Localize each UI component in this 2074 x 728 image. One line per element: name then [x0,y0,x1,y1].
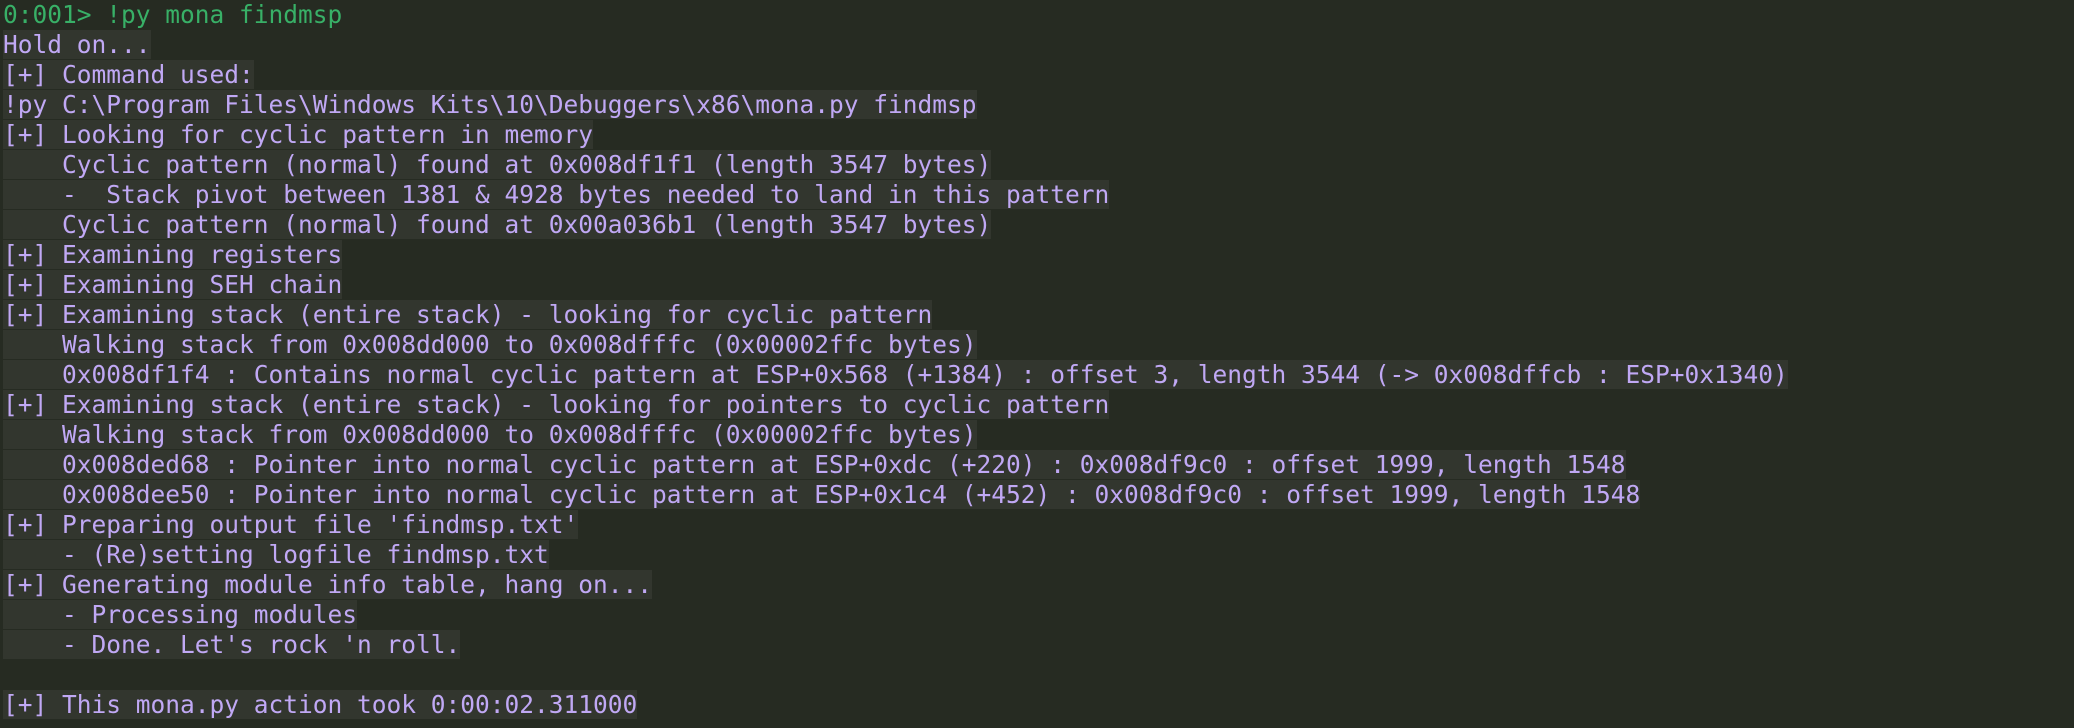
output-line: - Stack pivot between 1381 & 4928 bytes … [3,180,2074,210]
output-line: 0x008df1f4 : Contains normal cyclic patt… [3,360,2074,390]
output-line-text: - Done. Let's rock 'n roll. [3,630,461,659]
output-line: - Done. Let's rock 'n roll. [3,630,2074,660]
output-line: - Processing modules [3,600,2074,630]
output-line-text: - Processing modules [3,600,358,629]
output-line: !py C:\Program Files\Windows Kits\10\Deb… [3,90,2074,120]
output-line: Hold on... [3,30,2074,60]
output-line-text: Hold on... [3,30,151,59]
output-line-text: Walking stack from 0x008dd000 to 0x008df… [3,420,977,449]
output-line: Walking stack from 0x008dd000 to 0x008df… [3,420,2074,450]
output-line: [+] Preparing output file 'findmsp.txt' [3,510,2074,540]
output-line-text: - Stack pivot between 1381 & 4928 bytes … [3,180,1110,209]
output-line-text: Cyclic pattern (normal) found at 0x00a03… [3,210,992,239]
command-prompt-line: 0:001> !py mona findmsp [3,0,2074,30]
output-line: Cyclic pattern (normal) found at 0x008df… [3,150,2074,180]
output-line-text: 0x008dee50 : Pointer into normal cyclic … [3,480,1641,509]
output-line: [+] Generating module info table, hang o… [3,570,2074,600]
output-line: - (Re)setting logfile findmsp.txt [3,540,2074,570]
output-line: 0x008dee50 : Pointer into normal cyclic … [3,480,2074,510]
output-line-text: [+] Examining registers [3,240,343,269]
output-line: [+] This mona.py action took 0:00:02.311… [3,690,2074,720]
output-line: [+] Command used: [3,60,2074,90]
output-line-text: - (Re)setting logfile findmsp.txt [3,540,549,569]
output-line-text: [+] Preparing output file 'findmsp.txt' [3,510,579,539]
output-line: Cyclic pattern (normal) found at 0x00a03… [3,210,2074,240]
output-line-text: Walking stack from 0x008dd000 to 0x008df… [3,330,977,359]
output-line-text: [+] Examining stack (entire stack) - loo… [3,300,933,329]
output-line-text: [+] Command used: [3,60,254,89]
debugger-command-output[interactable]: 0:001> !py mona findmsp Hold on... [+] C… [0,0,2074,728]
output-line: [+] Examining SEH chain [3,270,2074,300]
output-blank-line [3,660,2074,690]
output-line: [+] Looking for cyclic pattern in memory [3,120,2074,150]
command-prompt-text: 0:001> !py mona findmsp [3,0,343,29]
output-line-text: [+] This mona.py action took 0:00:02.311… [3,690,638,719]
output-line: [+] Examining registers [3,240,2074,270]
output-line-text: [+] Examining stack (entire stack) - loo… [3,390,1110,419]
output-line-text: [+] Generating module info table, hang o… [3,570,653,599]
output-line-text: [+] Looking for cyclic pattern in memory [3,120,594,149]
output-line: 0x008ded68 : Pointer into normal cyclic … [3,450,2074,480]
output-line-text: Cyclic pattern (normal) found at 0x008df… [3,150,992,179]
output-line-text: !py C:\Program Files\Windows Kits\10\Deb… [3,90,977,119]
output-line-text: 0x008ded68 : Pointer into normal cyclic … [3,450,1626,479]
output-line-text: [+] Examining SEH chain [3,270,343,299]
output-line: [+] Examining stack (entire stack) - loo… [3,390,2074,420]
output-line: [+] Examining stack (entire stack) - loo… [3,300,2074,330]
output-line-text: 0x008df1f4 : Contains normal cyclic patt… [3,360,1788,389]
output-line: Walking stack from 0x008dd000 to 0x008df… [3,330,2074,360]
